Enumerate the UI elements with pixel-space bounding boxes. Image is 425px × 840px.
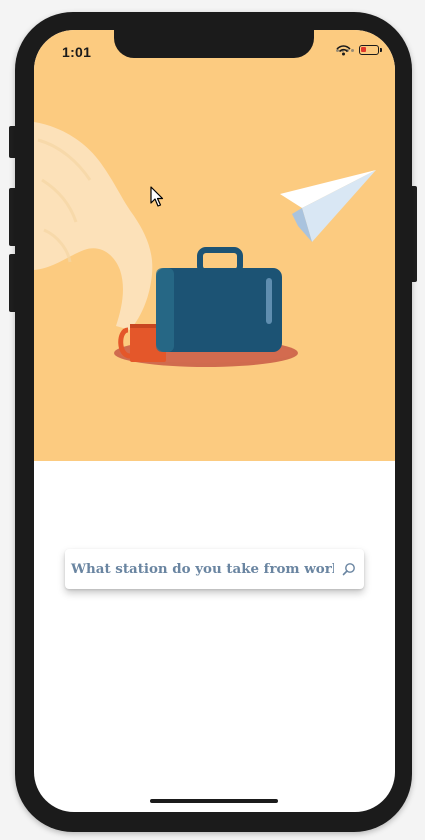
home-indicator[interactable] — [150, 799, 278, 803]
hero-artwork — [34, 122, 376, 367]
device-canvas: 1:01 What station do you take from work? — [0, 0, 425, 840]
device-notch — [114, 30, 314, 58]
wifi-icon — [336, 45, 351, 56]
briefcase-icon — [156, 247, 282, 352]
station-search-input[interactable]: What station do you take from work? — [65, 549, 334, 589]
status-time: 1:01 — [62, 44, 92, 60]
station-search-bar[interactable]: What station do you take from work? — [65, 549, 364, 589]
battery-level — [361, 47, 366, 52]
battery-icon — [359, 45, 382, 55]
app-screen: 1:01 What station do you take from work? — [34, 30, 395, 812]
mouse-cursor-icon — [150, 186, 164, 207]
steam-cloud — [34, 122, 153, 330]
search-icon[interactable] — [334, 549, 364, 589]
paper-plane-icon — [280, 170, 376, 242]
hero-illustration: 1:01 — [34, 30, 395, 461]
status-icons — [336, 45, 382, 56]
